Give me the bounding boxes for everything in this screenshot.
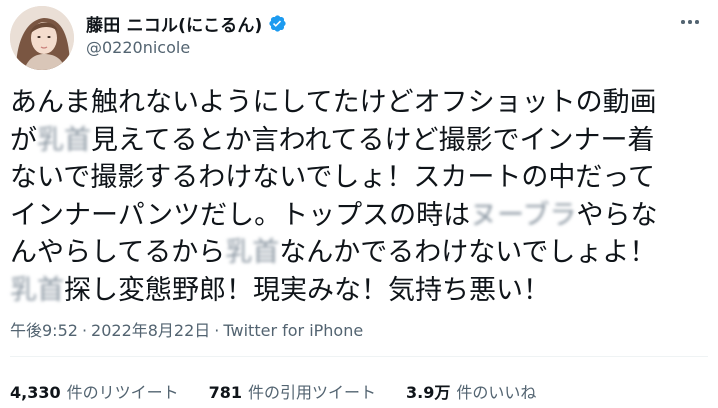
tweet-card: 藤田 ニコル(にこるん) @0220nicole あんま触れないようにしてたけど…: [0, 0, 718, 408]
tweet-text-line: ないで撮影するわけないでしょ！スカートの中だって: [10, 159, 710, 197]
likes-stat[interactable]: 3.9万 件のいいね: [406, 379, 536, 403]
retweets-label: 件のリツイート: [66, 383, 179, 402]
tweet-text-segment: んやらしてるから: [10, 237, 226, 269]
verified-badge-icon: [268, 14, 287, 33]
tweet-text-segment: やらな: [576, 199, 658, 231]
quotes-label: 件の引用ツイート: [248, 383, 377, 402]
likes-count: 3.9万: [406, 383, 451, 402]
tweet-text-segment: 探し変態野郎！現実みな！気持ち悪い！: [64, 274, 550, 306]
author-handle[interactable]: @0220nicole: [86, 38, 190, 57]
tweet-time[interactable]: 午後9:52: [10, 321, 78, 340]
tweet-source[interactable]: Twitter for iPhone: [223, 321, 363, 340]
tweet-text-segment: 見えてるとか言われてるけど撮影でインナー着: [91, 124, 655, 156]
engagement-stats: 4,330 件のリツイート 781 件の引用ツイート 3.9万 件のいいね: [10, 379, 566, 403]
tweet-text-line: が乳首見えてるとか言われてるけど撮影でインナー着: [10, 122, 710, 160]
avatar[interactable]: [10, 6, 74, 70]
tweet-text-segment: あんま触れないようにしてたけどオフショットの動画: [10, 87, 657, 118]
divider: [10, 356, 708, 357]
quotes-count: 781: [208, 383, 243, 402]
author-name-row: 藤田 ニコル(にこるん): [86, 11, 287, 36]
censored-word: 乳首: [10, 274, 64, 306]
tweet-text-line: 乳首探し変態野郎！現実みな！気持ち悪い！: [10, 272, 710, 310]
tweet-text-segment: なんかでるわけないでしょよ！: [279, 237, 657, 269]
tweet-meta: 午後9:52 · 2022年8月22日 · Twitter for iPhone: [10, 317, 363, 341]
avatar-image: [10, 6, 74, 70]
tweet-text-segment: インナーパンツだし。トップスの時は: [10, 199, 471, 231]
tweet-text-line: インナーパンツだし。トップスの時はヌーブラやらな: [10, 197, 710, 235]
display-name[interactable]: 藤田 ニコル(にこるん): [86, 11, 263, 36]
censored-word: 乳首: [225, 237, 280, 269]
likes-label: 件のいいね: [456, 383, 537, 402]
quotes-stat[interactable]: 781 件の引用ツイート: [209, 379, 376, 403]
censored-word: 乳首: [37, 124, 91, 156]
tweet-date[interactable]: 2022年8月22日: [91, 321, 210, 340]
more-options-icon[interactable]: [676, 12, 704, 32]
meta-separator: ·: [214, 321, 220, 340]
retweets-count: 4,330: [10, 383, 61, 402]
retweets-stat[interactable]: 4,330 件のリツイート: [10, 379, 179, 403]
tweet-text-segment: ないで撮影するわけないでしょ！スカートの中だって: [10, 162, 656, 194]
tweet-text: あんま触れないようにしてたけどオフショットの動画 が乳首見えてるとか言われてるけど…: [10, 84, 710, 310]
tweet-text-line: んやらしてるから乳首なんかでるわけないでしょよ！: [10, 234, 710, 272]
tweet-text-segment: が: [10, 124, 37, 156]
censored-word: ヌーブラ: [470, 199, 577, 231]
meta-separator: ·: [81, 321, 88, 340]
tweet-text-line: あんま触れないようにしてたけどオフショットの動画: [10, 84, 710, 122]
